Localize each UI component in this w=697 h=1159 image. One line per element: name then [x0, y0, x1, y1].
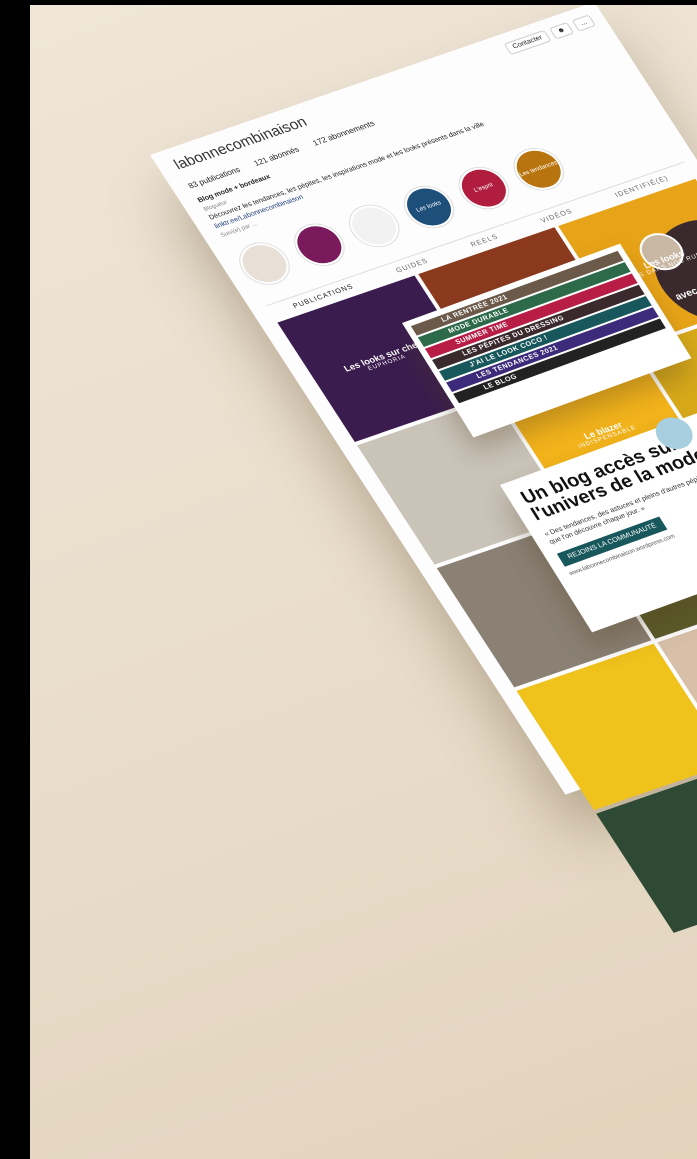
follow-icon-button[interactable]: ☻ — [548, 21, 575, 40]
more-options-button[interactable]: ... — [571, 14, 596, 32]
story-highlight[interactable]: Les tendances — [505, 143, 572, 196]
contact-button[interactable]: Contacter — [503, 29, 552, 55]
post-subtitle: EUPHORIA — [367, 354, 408, 373]
story-highlight[interactable] — [341, 199, 408, 253]
mockup-scene: labonnecombinaison Contacter ☻ ... 83 pu… — [30, 5, 697, 1159]
story-highlight[interactable]: Les looks — [395, 180, 463, 234]
story-highlight[interactable] — [231, 237, 298, 290]
story-highlight[interactable] — [286, 218, 353, 271]
story-highlight[interactable]: L'esprit — [450, 161, 518, 215]
instagram-profile-mockup: labonnecombinaison Contacter ☻ ... 83 pu… — [150, 5, 697, 933]
post-title: Les looks sur chez EUPHORIA — [342, 339, 427, 379]
